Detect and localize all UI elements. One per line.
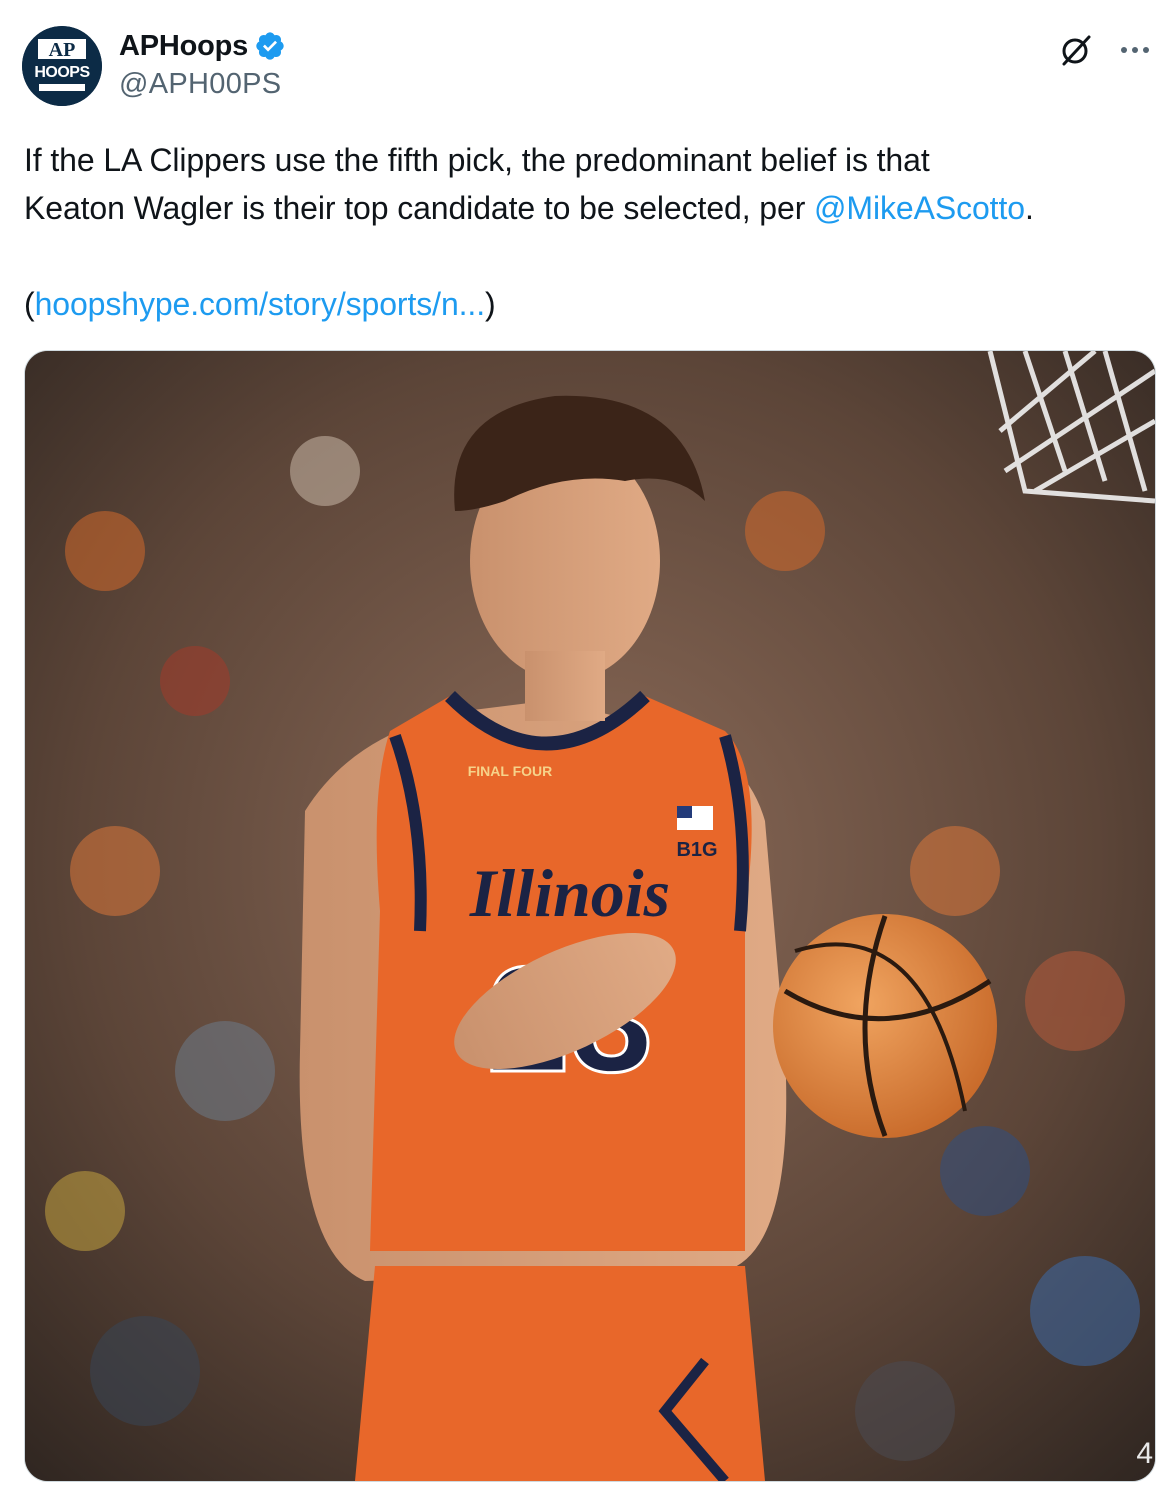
article-link[interactable]: hoopshype.com/story/sports/n... bbox=[35, 286, 486, 322]
link-open-paren: ( bbox=[24, 286, 35, 322]
svg-text:FINAL FOUR: FINAL FOUR bbox=[468, 763, 553, 779]
tweet-text-line1: If the LA Clippers use the fifth pick, t… bbox=[24, 142, 930, 178]
author-avatar[interactable]: AP HOOPS bbox=[22, 26, 102, 106]
author-display-name[interactable]: APHoops bbox=[119, 30, 248, 63]
ap-hoops-logo-icon: AP HOOPS bbox=[22, 26, 102, 106]
tweet-header: AP HOOPS APHoops @APH00PS bbox=[22, 24, 1152, 108]
basketball-player-photo-icon: Illinois 23 B1G FINAL FOUR bbox=[25, 351, 1155, 1481]
svg-text:B1G: B1G bbox=[676, 839, 717, 861]
svg-text:Illinois: Illinois bbox=[469, 855, 670, 931]
verified-badge-icon bbox=[256, 32, 284, 60]
svg-text:HOOPS: HOOPS bbox=[34, 64, 90, 81]
link-close-paren: ) bbox=[485, 286, 496, 322]
mention-link[interactable]: @MikeAScotto bbox=[814, 190, 1025, 226]
grok-icon[interactable] bbox=[1058, 32, 1094, 68]
media-counter: 4 bbox=[1136, 1437, 1153, 1470]
tweet-text-line2: Keaton Wagler is their top candidate to … bbox=[24, 190, 815, 226]
svg-text:AP: AP bbox=[49, 39, 76, 61]
tweet-text-period: . bbox=[1024, 190, 1034, 226]
more-icon[interactable] bbox=[1118, 33, 1152, 67]
author-handle[interactable]: @APH00PS bbox=[119, 68, 286, 101]
tweet-media[interactable]: Illinois 23 B1G FINAL FOUR 4 bbox=[24, 350, 1156, 1482]
tweet-text: If the LA Clippers use the fifth pick, t… bbox=[24, 136, 1144, 328]
